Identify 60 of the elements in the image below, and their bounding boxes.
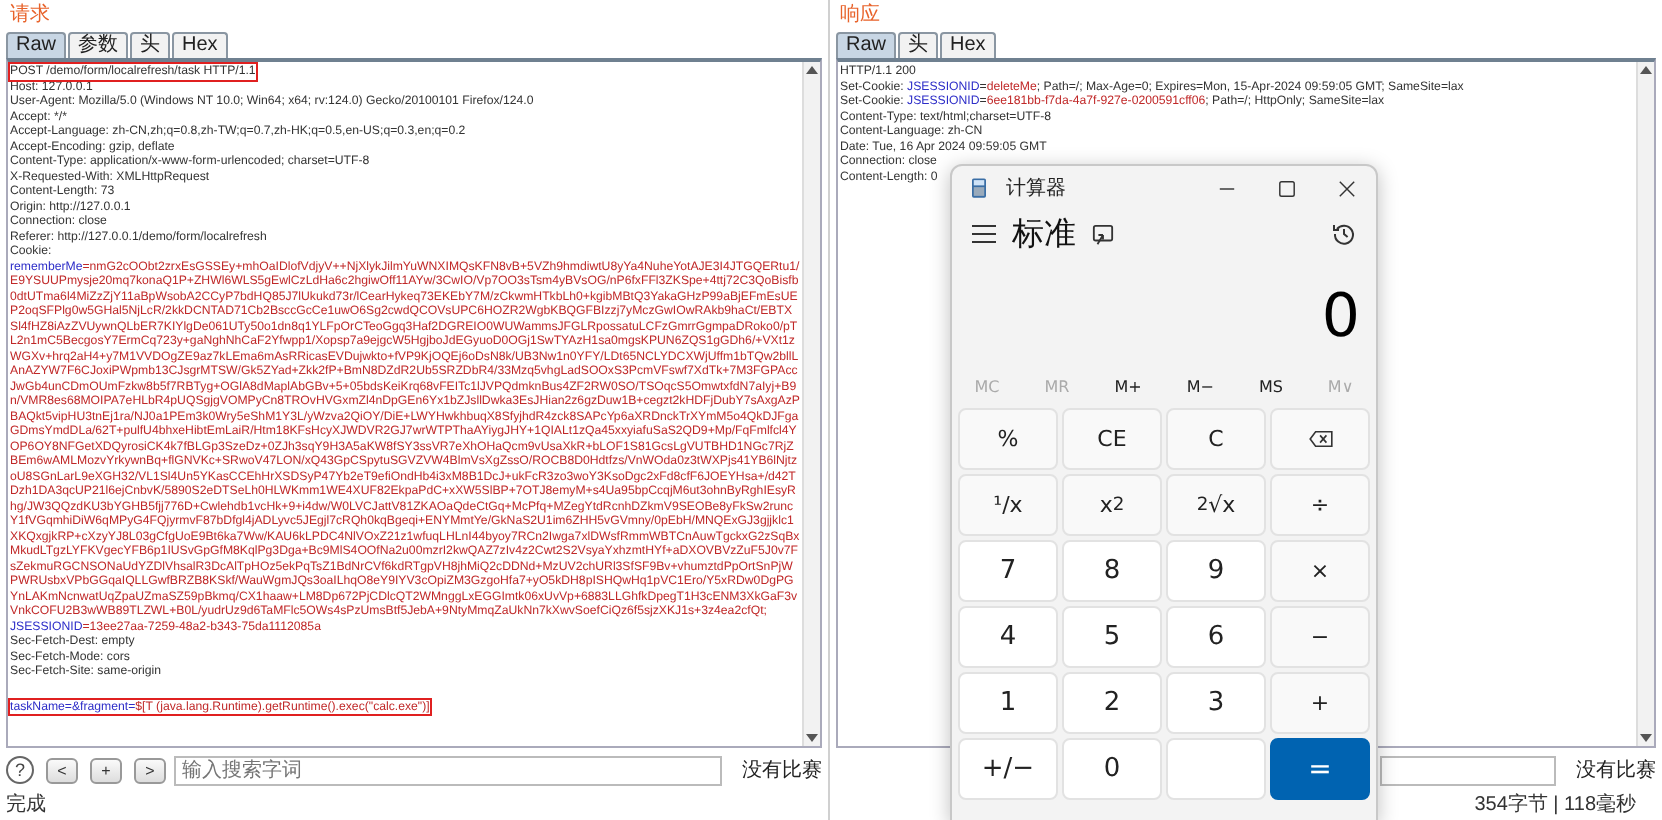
window-title: 计算器 [1006, 175, 1066, 202]
help-button[interactable]: ? [6, 756, 34, 784]
history-button[interactable] [1332, 222, 1356, 246]
calculator-key[interactable]: +/− [958, 738, 1058, 800]
scrollbar[interactable] [802, 62, 820, 746]
calculator-key[interactable]: CE [1062, 408, 1162, 470]
tab[interactable]: 头 [898, 32, 939, 58]
calculator-key[interactable]: 0 [1062, 738, 1162, 800]
message-editor[interactable] [6, 58, 822, 748]
tab[interactable]: Raw [6, 32, 67, 58]
tab[interactable]: Raw [836, 32, 897, 58]
calculator-key[interactable]: 7 [958, 540, 1058, 602]
calculator-key[interactable]: × [1270, 540, 1370, 602]
memory-button[interactable]: M+ [1110, 377, 1146, 395]
calculator-key[interactable]: 3 [1166, 672, 1266, 734]
scroll-up-icon[interactable] [804, 62, 820, 78]
calculator-key[interactable]: 9 [1166, 540, 1266, 602]
calculator-key[interactable]: 1 [958, 672, 1058, 734]
mode-title: 标准 [1012, 213, 1076, 255]
nav-button[interactable]: < [46, 757, 78, 783]
calculator-key[interactable]: ÷ [1270, 474, 1370, 536]
memory-button[interactable]: M− [1182, 377, 1218, 395]
scroll-down-icon[interactable] [1638, 730, 1654, 746]
calculator-key[interactable]: C [1166, 408, 1266, 470]
nav-button[interactable]: + [90, 757, 122, 783]
status-text: 354字节 | 118毫秒 [1474, 794, 1636, 816]
tab[interactable]: 参数 [68, 32, 129, 58]
memory-button[interactable]: MS [1254, 377, 1287, 395]
nav-button[interactable]: > [134, 757, 166, 783]
status-text: 完成 [6, 794, 46, 816]
backspace-button[interactable] [1270, 408, 1370, 470]
calculator-key[interactable]: 8 [1062, 540, 1162, 602]
calculator-icon [972, 178, 986, 198]
backspace-icon [1307, 430, 1333, 448]
calculator-key[interactable]: + [1270, 672, 1370, 734]
calculator-key[interactable]: ¹/x [958, 474, 1058, 536]
close-icon [1337, 179, 1355, 197]
search-field[interactable]: 输入搜索字词 [174, 755, 722, 785]
scroll-down-icon[interactable] [804, 730, 820, 746]
display-value: 0 [1321, 282, 1360, 352]
keep-on-top-button[interactable] [1092, 223, 1114, 245]
scroll-up-icon[interactable] [1638, 62, 1654, 78]
panel-title: 响应 [838, 1, 882, 30]
menu-button[interactable] [972, 224, 996, 244]
calculator-key[interactable]: 2 [1062, 672, 1162, 734]
tab[interactable]: 头 [130, 32, 171, 58]
tab[interactable]: Hex [172, 32, 228, 58]
search-field[interactable] [1380, 755, 1556, 785]
calculator-key[interactable]: 6 [1166, 606, 1266, 668]
match-count: 没有比赛 [1576, 757, 1656, 784]
scrollbar[interactable] [1636, 62, 1654, 746]
calculator-key[interactable]: 5 [1062, 606, 1162, 668]
calculator-key[interactable]: = [1270, 738, 1370, 800]
match-count: 没有比赛 [742, 757, 822, 784]
calculator-key[interactable]: 4 [958, 606, 1058, 668]
tab[interactable]: Hex [940, 32, 996, 58]
maximize-icon [1277, 179, 1295, 197]
calculator-key[interactable]: % [958, 408, 1058, 470]
calculator-key[interactable]: − [1270, 606, 1370, 668]
panel-title: 请求 [8, 1, 52, 30]
